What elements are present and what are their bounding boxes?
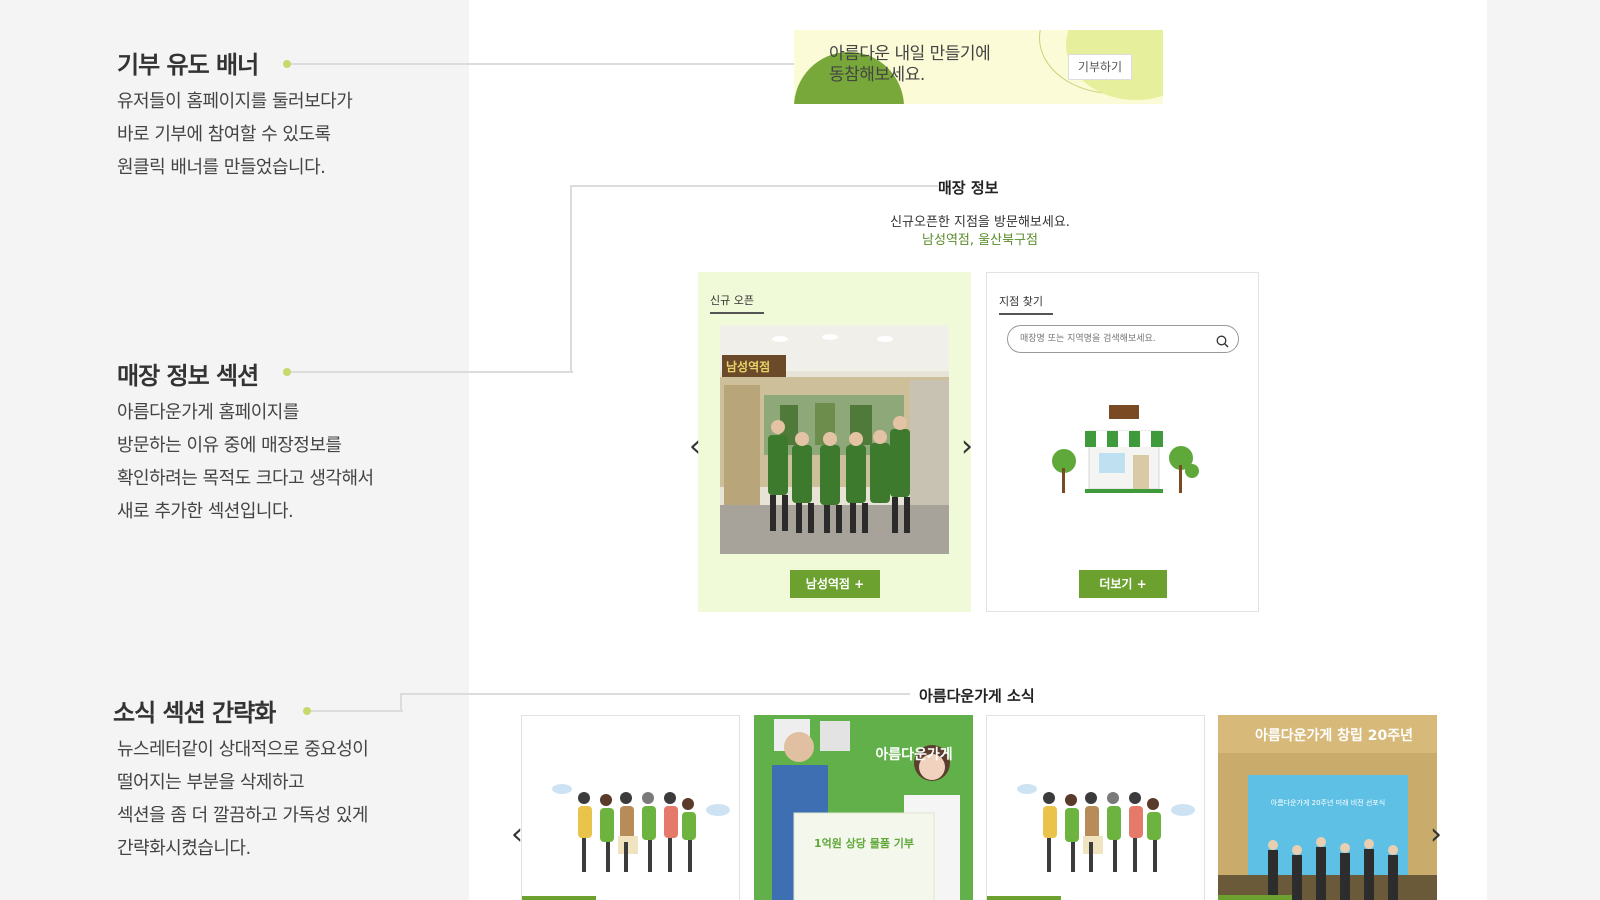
store-illustration-icon [1049,403,1199,502]
connector-line [570,185,938,187]
tab-new-open[interactable]: 신규 오픈 [710,292,764,314]
news-card[interactable] [521,715,740,900]
search-icon[interactable] [1216,333,1229,352]
donation-heading: 아름다운가게 [875,746,952,763]
volunteers-illustration-icon [987,784,1195,900]
note-line: 뉴스레터같이 상대적으로 중요성이 [117,739,369,760]
note-line: 아름다운가게 홈페이지를 [117,402,299,423]
note-title-donation-banner: 기부 유도 배너 [117,51,259,79]
donation-photo: 1억원 상당 물품 기부 아름다운가게 [754,715,973,900]
news-section-title: 아름다운가게 소식 [919,687,1035,705]
find-store-card: 지점 찾기 더보기 + [986,272,1259,612]
news-card[interactable]: 1억원 상당 물품 기부 아름다운가게 [754,715,973,900]
anniversary-heading: 아름다운가게 창립 20주년 [1255,727,1413,744]
note-line: 원클릭 배너를 만들었습니다. [117,157,326,178]
donation-caption: 1억원 상당 물품 기부 [814,836,914,850]
banner-line: 아름다운 내일 만들기에 [829,44,991,64]
note-line: 확인하려는 목적도 크다고 생각해서 [117,468,374,489]
store-subtitle: 신규오픈한 지점을 방문해보세요. [890,215,1070,230]
note-dot [283,368,291,376]
banner-text: 아름다운 내일 만들기에 동참해보세요. [829,44,991,86]
tab-find-store[interactable]: 지점 찾기 [999,293,1053,315]
news-card[interactable]: 아름다운가게 창립 20주년 아름다운가게 20주년 미래 비전 선포식 [1218,715,1437,900]
chevron-left-icon[interactable]: ‹ [511,820,523,850]
note-dot [283,60,291,68]
donate-button[interactable]: 기부하기 [1068,54,1132,80]
connector-line [291,63,794,65]
note-line: 섹션을 좀 더 깔끔하고 가독성 있게 [117,805,368,826]
chevron-left-icon[interactable]: ‹ [689,432,701,462]
anniversary-screen-text: 아름다운가게 20주년 미래 비전 선포식 [1271,798,1385,807]
note-desc-store-info: 아름다운가게 홈페이지를 방문하는 이유 중에 매장정보를 확인하려는 목적도 … [117,396,374,528]
chevron-right-icon[interactable]: › [1430,820,1442,850]
chevron-right-icon[interactable]: › [961,432,973,462]
store-sign: 남성역점 [726,359,770,374]
note-line: 유저들이 홈페이지를 둘러보다가 [117,91,353,112]
note-desc-donation-banner: 유저들이 홈페이지를 둘러보다가 바로 기부에 참여할 수 있도록 원클릭 배너… [117,85,353,184]
connector-line [311,710,403,712]
store-subtitle-block: 신규오픈한 지점을 방문해보세요. 남성역점, 울산북구점 [840,214,1120,250]
note-line: 방문하는 이유 중에 매장정보를 [117,435,342,456]
store-section-title: 매장 정보 [938,179,999,197]
new-store-card: 신규 오픈 남성역점 ‹ › 남성역점 + [689,272,973,612]
connector-line [570,185,572,373]
note-desc-news: 뉴스레터같이 상대적으로 중요성이 떨어지는 부분을 삭제하고 섹션을 좀 더 … [117,733,369,865]
news-card[interactable] [986,715,1205,900]
store-photo[interactable]: 남성역점 [720,325,949,554]
connector-line [400,693,910,695]
note-dot [303,707,311,715]
note-title-news: 소식 섹션 간략화 [113,699,276,727]
store-search-box [1007,325,1239,353]
connector-line [291,371,573,373]
note-line: 떨어지는 부분을 삭제하고 [117,772,305,793]
note-line: 간략화시켰습니다. [117,838,251,859]
anniversary-photo: 아름다운가게 창립 20주년 아름다운가게 20주년 미래 비전 선포식 [1218,715,1437,900]
donation-banner[interactable]: 아름다운 내일 만들기에 동참해보세요. 기부하기 [794,30,1163,104]
more-stores-button[interactable]: 더보기 + [1079,570,1167,598]
new-store-button[interactable]: 남성역점 + [790,570,880,598]
volunteers-illustration-icon [522,784,730,900]
store-highlight[interactable]: 남성역점, 울산북구점 [840,232,1120,250]
store-search-input[interactable] [1008,326,1198,352]
connector-line [400,693,402,712]
banner-line: 동참해보세요. [829,65,925,85]
note-title-store-info: 매장 정보 섹션 [117,362,259,390]
note-line: 바로 기부에 참여할 수 있도록 [117,124,331,145]
note-line: 새로 추가한 섹션입니다. [117,501,294,522]
